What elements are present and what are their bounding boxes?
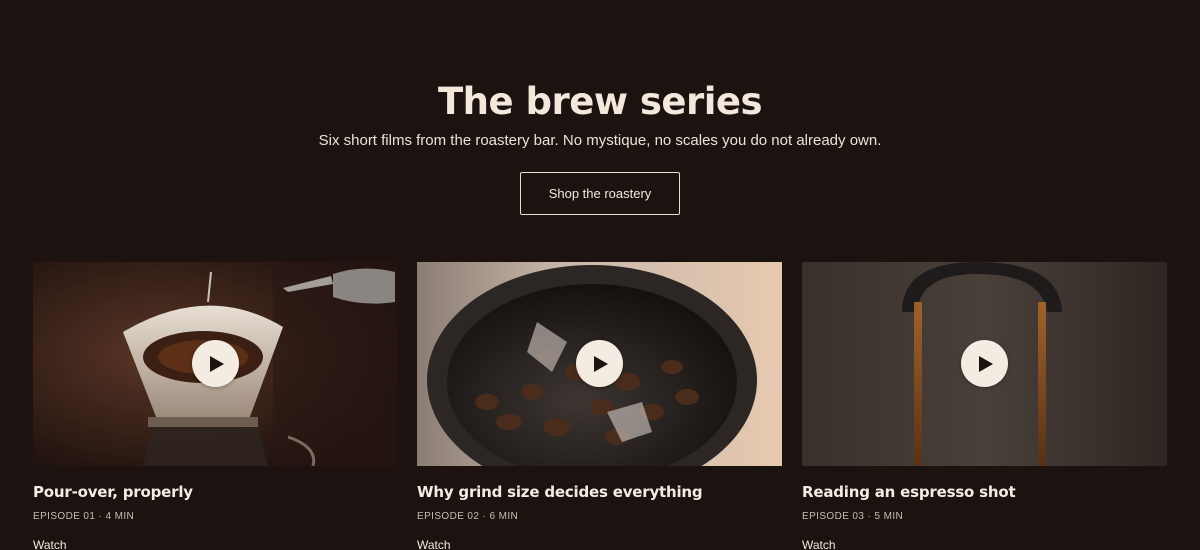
page-title: The brew series (437, 80, 763, 123)
watch-link-3[interactable]: Watch (802, 538, 836, 550)
episode-title-2[interactable]: Why grind size decides everything (417, 483, 703, 501)
play-button-1[interactable] (192, 340, 239, 387)
video-thumbnail-2[interactable] (417, 262, 782, 466)
episode-card-3: Reading an espresso shot EPISODE 03 · 5 … (802, 262, 1167, 550)
video-thumbnail-1[interactable] (33, 262, 398, 466)
watch-link-2[interactable]: Watch (417, 538, 451, 550)
page-subtitle: Six short films from the roastery bar. N… (318, 132, 882, 149)
episode-card-2: Why grind size decides everything EPISOD… (417, 262, 782, 550)
episode-card-1: Pour-over, properly EPISODE 01 · 4 MIN W… (33, 262, 398, 550)
play-icon (210, 355, 224, 372)
episode-title-3[interactable]: Reading an espresso shot (802, 483, 1016, 501)
episode-meta-1: EPISODE 01 · 4 MIN (33, 511, 135, 522)
play-icon (594, 355, 608, 372)
play-button-3[interactable] (961, 340, 1008, 387)
episode-title-1[interactable]: Pour-over, properly (33, 483, 193, 501)
episode-meta-2: EPISODE 02 · 6 MIN (417, 511, 519, 522)
play-button-2[interactable] (576, 340, 623, 387)
video-thumbnail-3[interactable] (802, 262, 1167, 466)
watch-link-1[interactable]: Watch (33, 538, 67, 550)
episode-meta-3: EPISODE 03 · 5 MIN (802, 511, 904, 522)
play-icon (979, 355, 993, 372)
shop-roastery-button[interactable]: Shop the roastery (520, 172, 680, 215)
